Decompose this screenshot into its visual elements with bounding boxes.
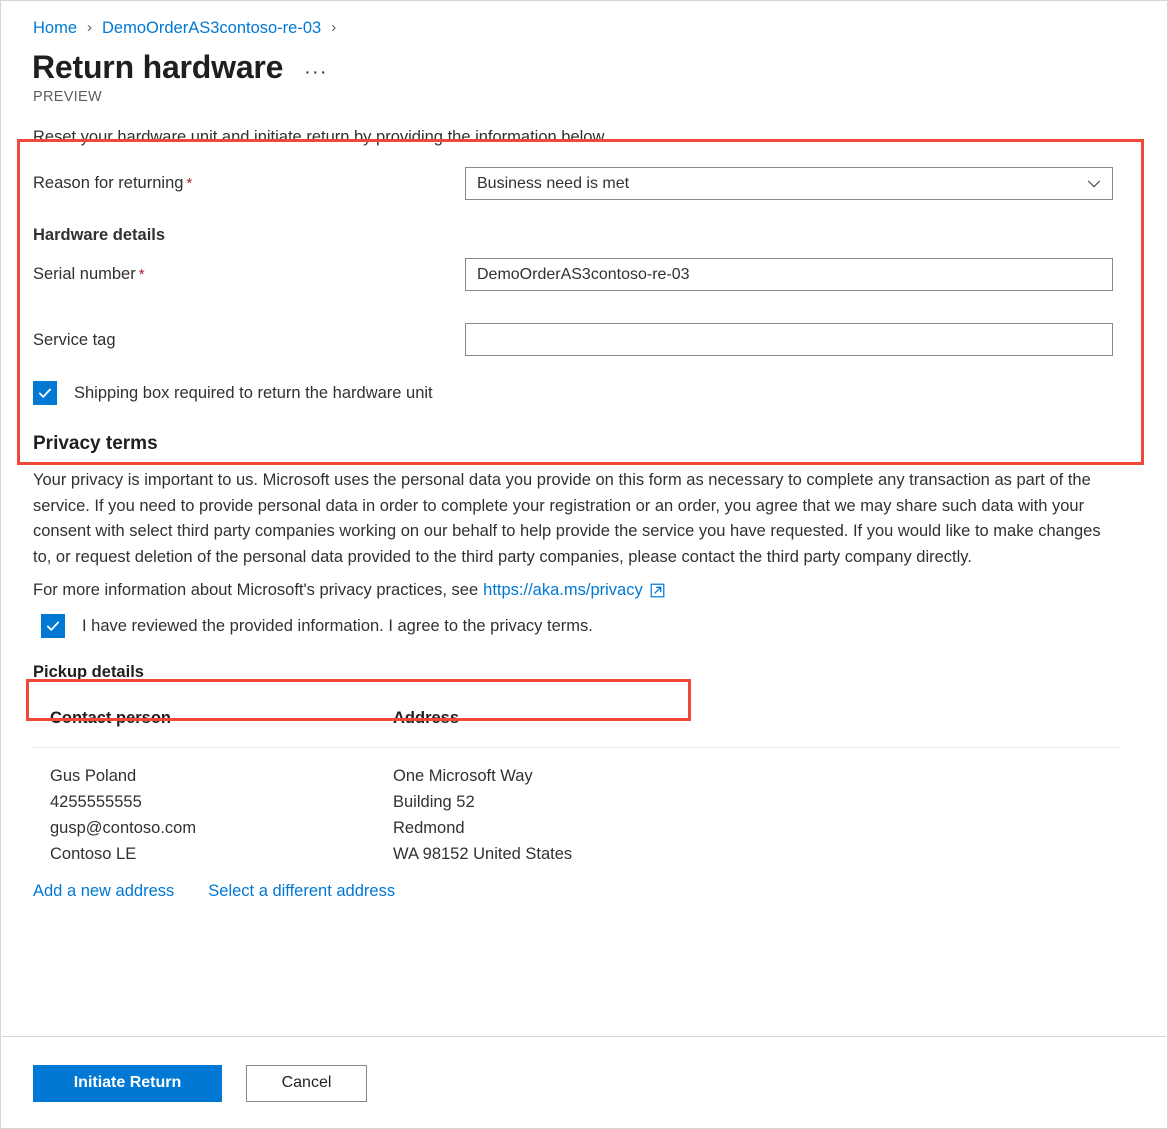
- page-title: Return hardware: [32, 49, 284, 85]
- hardware-details-heading: Hardware details: [33, 226, 166, 244]
- privacy-terms-heading: Privacy terms: [33, 433, 158, 454]
- contact-company: Contoso LE: [50, 845, 137, 863]
- privacy-terms-paragraph: Your privacy is important to us. Microso…: [33, 471, 1101, 566]
- form-intro-text: Reset your hardware unit and initiate re…: [33, 128, 609, 146]
- footer-action-bar: Initiate Return Cancel: [1, 1037, 1167, 1128]
- field-serial-number: Serial number *: [33, 258, 1135, 291]
- cell-contact-person: Gus Poland 4255555555 gusp@contoso.com C…: [33, 763, 393, 867]
- reason-label: Reason for returning *: [33, 172, 465, 195]
- privacy-more-info-line: For more information about Microsoft's p…: [33, 579, 1135, 601]
- privacy-policy-link[interactable]: https://aka.ms/privacy: [483, 579, 643, 601]
- contact-phone: 4255555555: [50, 793, 142, 811]
- address-building: Building 52: [393, 793, 475, 811]
- serial-number-input[interactable]: [465, 258, 1113, 291]
- breadcrumb: Home › DemoOrderAS3contoso-re-03 ›: [1, 1, 1167, 38]
- contact-email: gusp@contoso.com: [50, 819, 197, 837]
- privacy-more-info-text: For more information about Microsoft's p…: [33, 581, 479, 599]
- field-service-tag: Service tag: [33, 323, 1135, 356]
- address-actions: Add a new address Select a different add…: [33, 882, 1135, 901]
- address-region: WA 98152 United States: [393, 845, 573, 863]
- chevron-right-icon: ›: [87, 19, 93, 36]
- contact-name: Gus Poland: [50, 767, 137, 785]
- form-content: Reset your hardware unit and initiate re…: [1, 105, 1167, 901]
- service-tag-label-text: Service tag: [33, 330, 116, 349]
- privacy-agree-checkbox-row[interactable]: I have reviewed the provided information…: [41, 614, 1135, 638]
- shipping-box-checkbox-row[interactable]: Shipping box required to return the hard…: [33, 381, 1135, 405]
- reason-selected-value: Business need is met: [477, 175, 630, 192]
- pickup-details-heading: Pickup details: [33, 663, 144, 681]
- column-header-contact-person: Contact person: [50, 709, 172, 727]
- breadcrumb-item-home[interactable]: Home: [33, 18, 77, 38]
- service-tag-input[interactable]: [465, 323, 1113, 356]
- required-marker: *: [138, 266, 145, 283]
- table-header-row: Contact person Address: [33, 705, 1119, 748]
- serial-number-label-text: Serial number: [33, 265, 136, 283]
- chevron-right-icon: ›: [331, 19, 337, 36]
- service-tag-control: [465, 323, 1113, 356]
- more-menu-icon[interactable]: ···: [301, 63, 330, 82]
- address-street: One Microsoft Way: [393, 767, 533, 785]
- select-different-address-link[interactable]: Select a different address: [208, 882, 395, 901]
- preview-badge: PREVIEW: [33, 89, 102, 105]
- initiate-return-button[interactable]: Initiate Return: [33, 1064, 222, 1102]
- service-tag-label: Service tag: [33, 329, 465, 351]
- reason-control: Business need is met: [465, 167, 1113, 200]
- field-reason-for-returning: Reason for returning * Business need is m…: [33, 167, 1135, 200]
- privacy-agree-checkbox-label: I have reviewed the provided information…: [82, 617, 593, 635]
- chevron-down-icon: [1087, 177, 1101, 191]
- column-header-address: Address: [393, 709, 460, 727]
- cancel-button[interactable]: Cancel: [246, 1064, 367, 1102]
- external-link-icon: [650, 583, 665, 598]
- required-marker: *: [186, 175, 193, 192]
- pickup-details-table: Contact person Address Gus Poland 425555…: [33, 705, 1119, 867]
- privacy-agree-checkbox[interactable]: [41, 614, 65, 638]
- add-new-address-link[interactable]: Add a new address: [33, 882, 174, 901]
- table-row: Gus Poland 4255555555 gusp@contoso.com C…: [33, 748, 1119, 867]
- cell-address: One Microsoft Way Building 52 Redmond WA…: [393, 763, 1119, 867]
- reason-dropdown[interactable]: Business need is met: [465, 167, 1113, 200]
- serial-number-label: Serial number *: [33, 263, 465, 286]
- address-city: Redmond: [393, 819, 465, 837]
- serial-number-control: [465, 258, 1113, 291]
- shipping-box-checkbox-label: Shipping box required to return the hard…: [74, 384, 433, 402]
- reason-label-text: Reason for returning: [33, 174, 184, 192]
- return-hardware-page: Home › DemoOrderAS3contoso-re-03 › Retur…: [0, 0, 1168, 1129]
- title-row: Return hardware ···: [1, 38, 1167, 87]
- shipping-box-checkbox[interactable]: [33, 381, 57, 405]
- breadcrumb-item-order[interactable]: DemoOrderAS3contoso-re-03: [102, 18, 321, 38]
